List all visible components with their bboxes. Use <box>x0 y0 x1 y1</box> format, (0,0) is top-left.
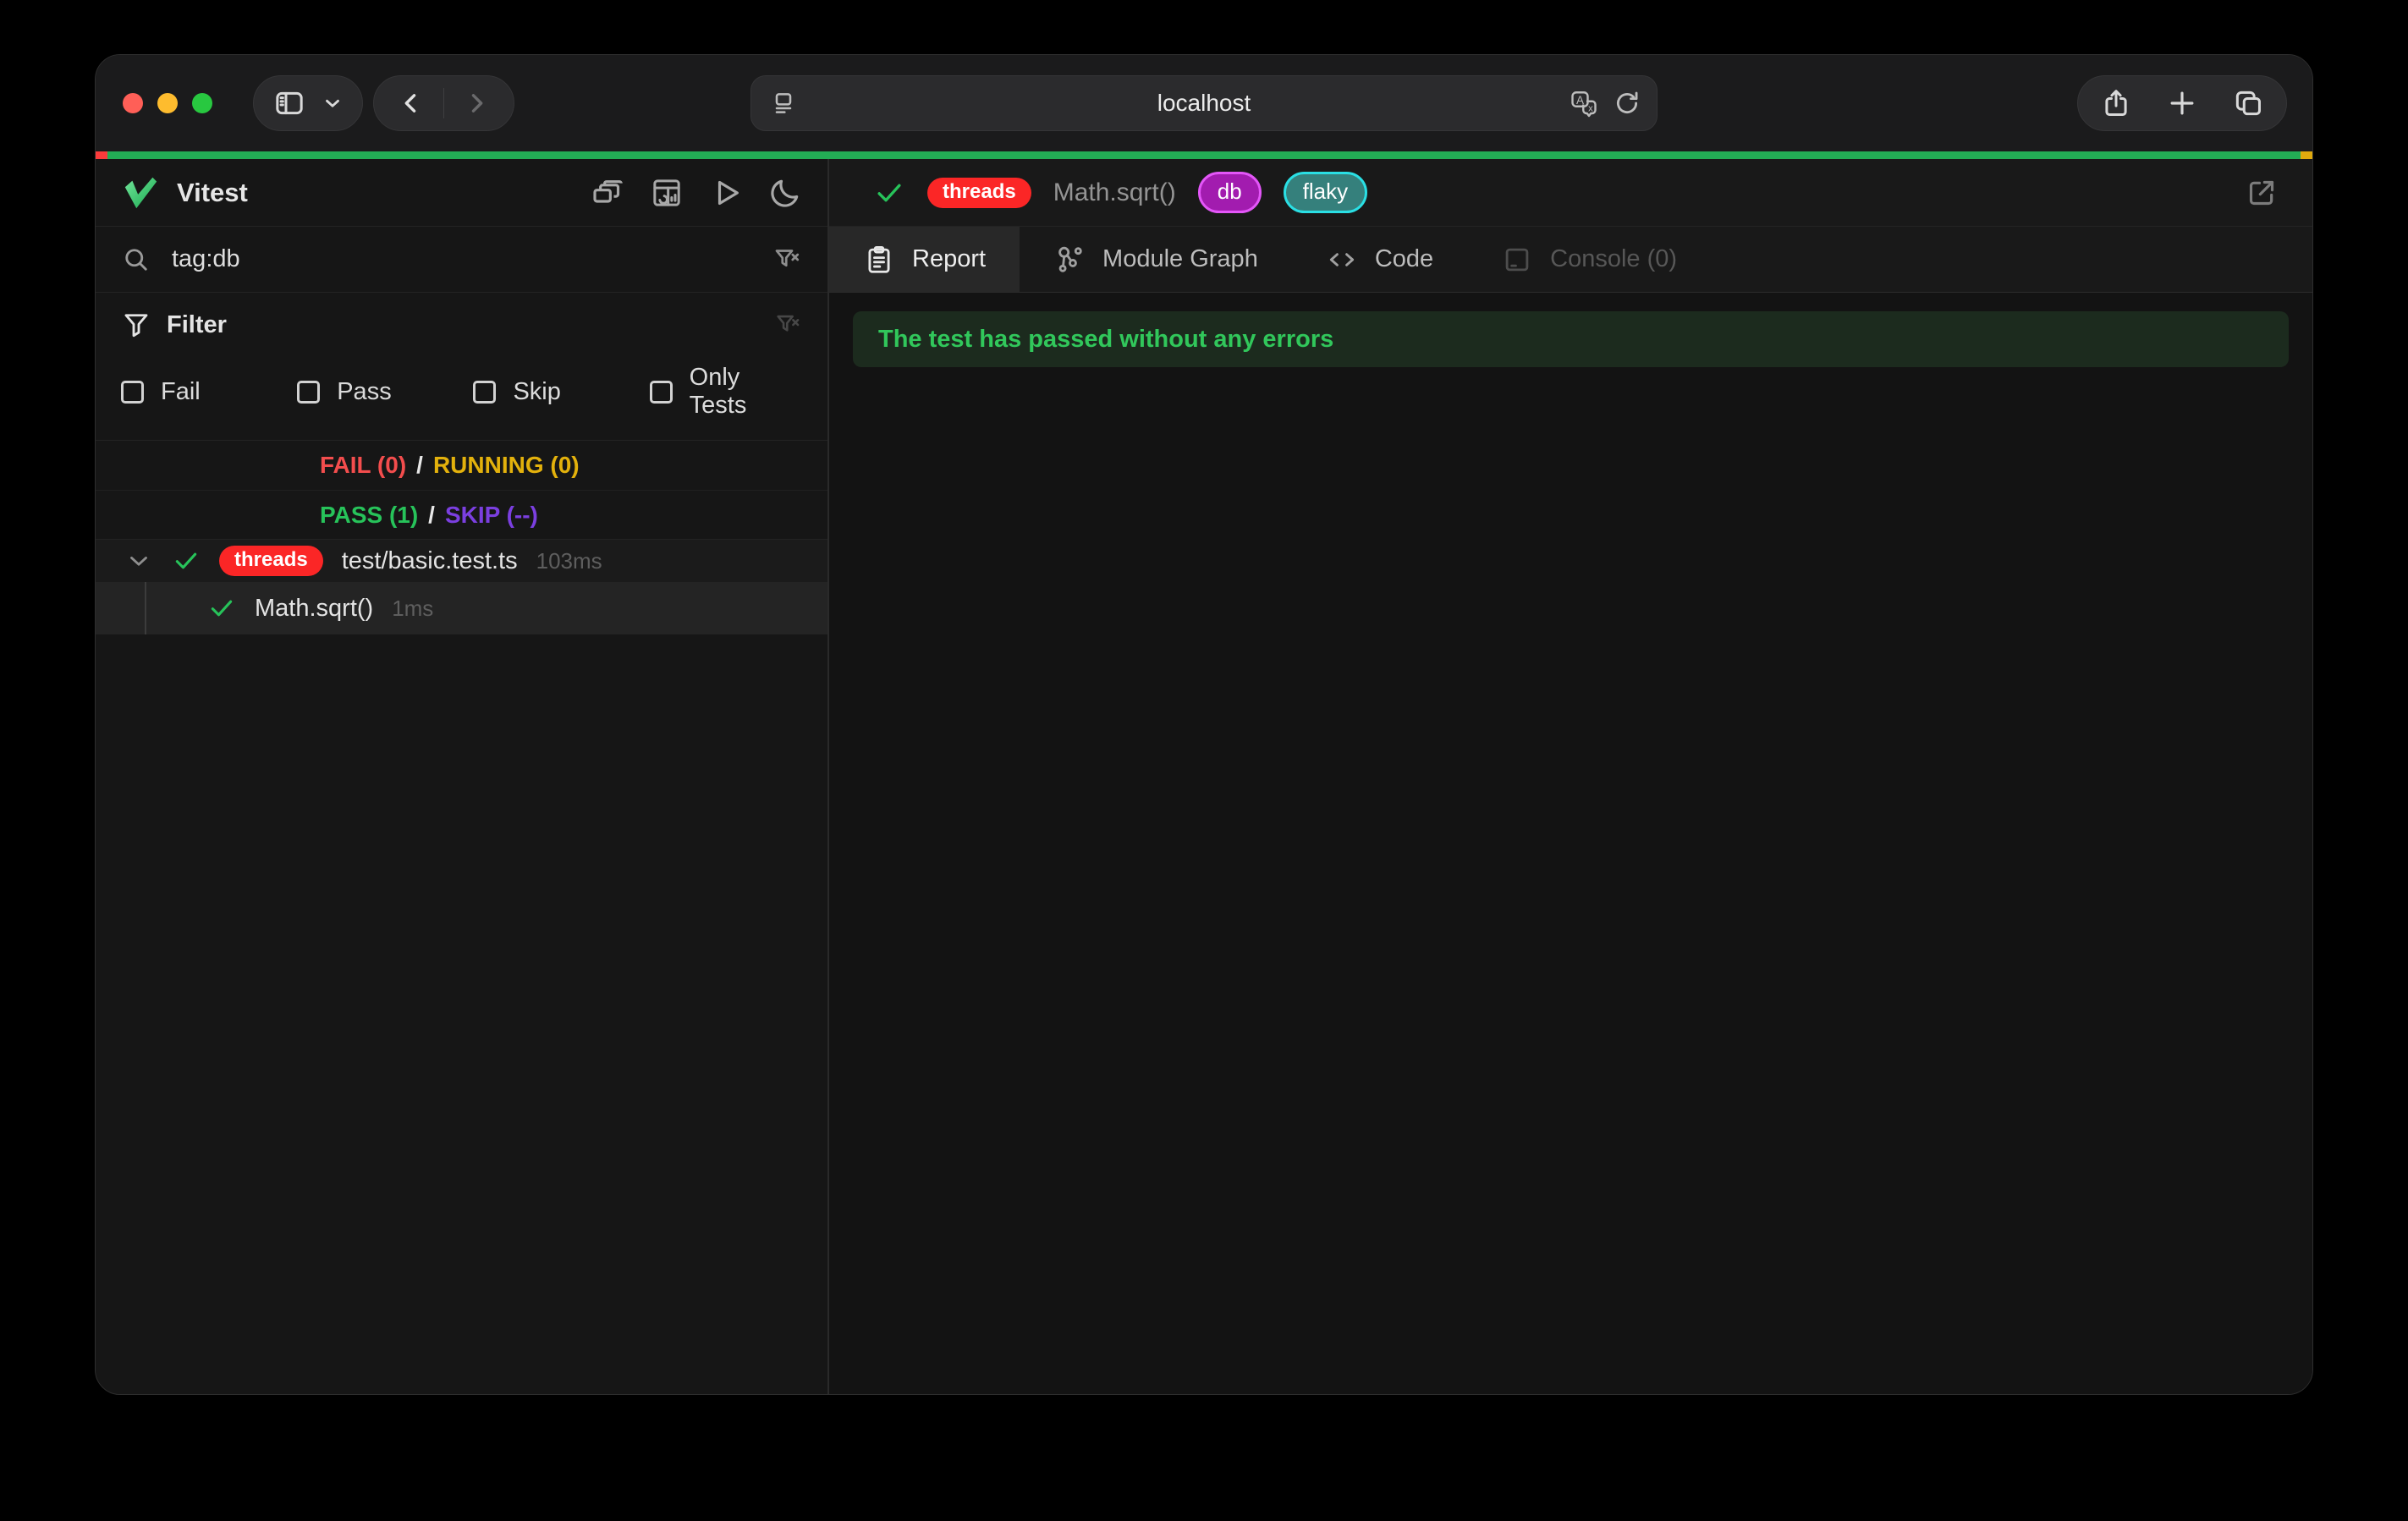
detail-test-title: Math.sqrt() <box>1053 178 1176 207</box>
search-icon <box>121 244 151 275</box>
detail-tabs: Report Module Graph <box>829 227 2312 293</box>
console-icon <box>1501 244 1533 276</box>
dark-mode-icon[interactable] <box>768 176 802 210</box>
browser-toolbar: localhost A x <box>96 55 2312 151</box>
tab-module-graph[interactable]: Module Graph <box>1020 227 1292 292</box>
skip-checkbox[interactable] <box>473 381 496 404</box>
progress-pass-segment <box>107 151 2301 159</box>
fail-label: Fail <box>161 378 201 406</box>
tab-report-label: Report <box>912 245 986 273</box>
share-icon[interactable] <box>2100 87 2132 119</box>
report-content: The test has passed without any errors <box>829 293 2312 1394</box>
tab-console-label: Console (0) <box>1550 245 1677 273</box>
fail-checkbox[interactable] <box>121 381 144 404</box>
app-title: Vitest <box>177 178 248 208</box>
filter-section: Filter Fail Pass <box>96 293 827 441</box>
pool-badge: threads <box>927 178 1031 208</box>
reload-icon[interactable] <box>1613 89 1641 118</box>
vitest-logo-icon <box>121 173 160 212</box>
stats-separator: / <box>428 502 435 529</box>
fail-count: FAIL (0) <box>320 452 406 479</box>
svg-text:x: x <box>1588 104 1593 114</box>
code-icon <box>1326 244 1358 276</box>
zoom-window-button[interactable] <box>192 93 212 113</box>
filter-title: Filter <box>167 311 227 339</box>
sidebar-toggle-group <box>253 75 363 131</box>
test-tree: threads test/basic.test.ts 103ms Math.sq… <box>96 540 827 1394</box>
search-bar <box>96 227 827 293</box>
new-tab-icon[interactable] <box>2166 87 2198 119</box>
progress-fail-segment <box>96 151 107 159</box>
pass-check-icon <box>172 546 201 575</box>
test-explorer-sidebar: Vitest <box>96 159 829 1394</box>
run-all-icon[interactable] <box>709 176 743 210</box>
pass-label: Pass <box>337 378 391 406</box>
module-graph-icon <box>1053 244 1086 276</box>
history-nav-group <box>373 75 514 131</box>
pass-status-banner: The test has passed without any errors <box>853 311 2289 367</box>
stats-row-fail-running: FAIL (0) / RUNNING (0) <box>96 441 827 490</box>
detail-header: threads Math.sqrt() db flaky <box>829 159 2312 227</box>
tab-console[interactable]: Console (0) <box>1467 227 1711 292</box>
minimize-window-button[interactable] <box>157 93 178 113</box>
filter-icon <box>121 310 151 340</box>
chevron-down-icon[interactable] <box>322 92 344 114</box>
filter-option-fail[interactable]: Fail <box>121 378 297 406</box>
back-button[interactable] <box>379 78 443 129</box>
reader-icon[interactable] <box>770 90 797 117</box>
dashboard-icon[interactable] <box>650 176 684 210</box>
pass-count: PASS (1) <box>320 502 418 529</box>
close-window-button[interactable] <box>123 93 143 113</box>
translate-icon[interactable]: A x <box>1569 88 1599 118</box>
test-progress-bar <box>96 151 2312 159</box>
pass-check-icon <box>207 594 236 623</box>
progress-pending-segment <box>2301 151 2312 159</box>
tag-badge-flaky: flaky <box>1284 172 1367 214</box>
tab-code[interactable]: Code <box>1292 227 1467 292</box>
tab-code-label: Code <box>1375 245 1433 273</box>
test-stats: FAIL (0) / RUNNING (0) PASS (1) / SKIP (… <box>96 441 827 540</box>
test-case-duration: 1ms <box>392 596 433 622</box>
pass-check-icon <box>873 177 905 209</box>
expand-chevron-icon[interactable] <box>124 546 153 575</box>
tab-overview-icon[interactable] <box>2232 87 2264 119</box>
pool-badge: threads <box>219 546 323 576</box>
forward-button[interactable] <box>444 78 509 129</box>
browser-window: localhost A x <box>95 54 2313 1395</box>
stats-row-pass-skip: PASS (1) / SKIP (--) <box>96 490 827 539</box>
search-input[interactable] <box>172 245 772 273</box>
url-text: localhost <box>1157 90 1251 117</box>
test-case-row[interactable]: Math.sqrt() 1ms <box>96 582 827 634</box>
sidebar-header: Vitest <box>96 159 827 227</box>
only-tests-label: Only Tests <box>690 364 802 420</box>
skip-label: Skip <box>513 378 560 406</box>
address-bar[interactable]: localhost A x <box>750 75 1658 131</box>
open-in-editor-icon[interactable] <box>2245 176 2279 210</box>
clear-filter-icon[interactable] <box>773 310 802 339</box>
pass-checkbox[interactable] <box>297 381 320 404</box>
test-file-duration: 103ms <box>536 548 602 574</box>
traffic-lights <box>123 93 212 113</box>
filter-option-skip[interactable]: Skip <box>473 378 649 406</box>
test-detail-panel: threads Math.sqrt() db flaky <box>829 159 2312 1394</box>
stats-separator: / <box>416 452 423 479</box>
clear-search-icon[interactable] <box>772 244 802 275</box>
test-file-row[interactable]: threads test/basic.test.ts 103ms <box>96 540 827 582</box>
report-icon <box>863 244 895 276</box>
filter-option-only-tests[interactable]: Only Tests <box>650 364 802 420</box>
skip-count: SKIP (--) <box>445 502 538 529</box>
window-actions-group <box>2077 75 2287 131</box>
collapse-tests-icon[interactable] <box>591 176 624 210</box>
tab-module-graph-label: Module Graph <box>1102 245 1258 273</box>
filter-option-pass[interactable]: Pass <box>297 378 473 406</box>
pass-status-message: The test has passed without any errors <box>878 326 1333 354</box>
sidebar-toggle-icon[interactable] <box>272 86 306 120</box>
test-case-name: Math.sqrt() <box>255 595 373 623</box>
running-count: RUNNING (0) <box>433 452 580 479</box>
only-tests-checkbox[interactable] <box>650 381 673 404</box>
tab-report[interactable]: Report <box>829 227 1020 292</box>
test-file-name: test/basic.test.ts <box>342 547 518 575</box>
tag-badge-db: db <box>1198 172 1262 214</box>
indent-guide <box>145 582 146 634</box>
